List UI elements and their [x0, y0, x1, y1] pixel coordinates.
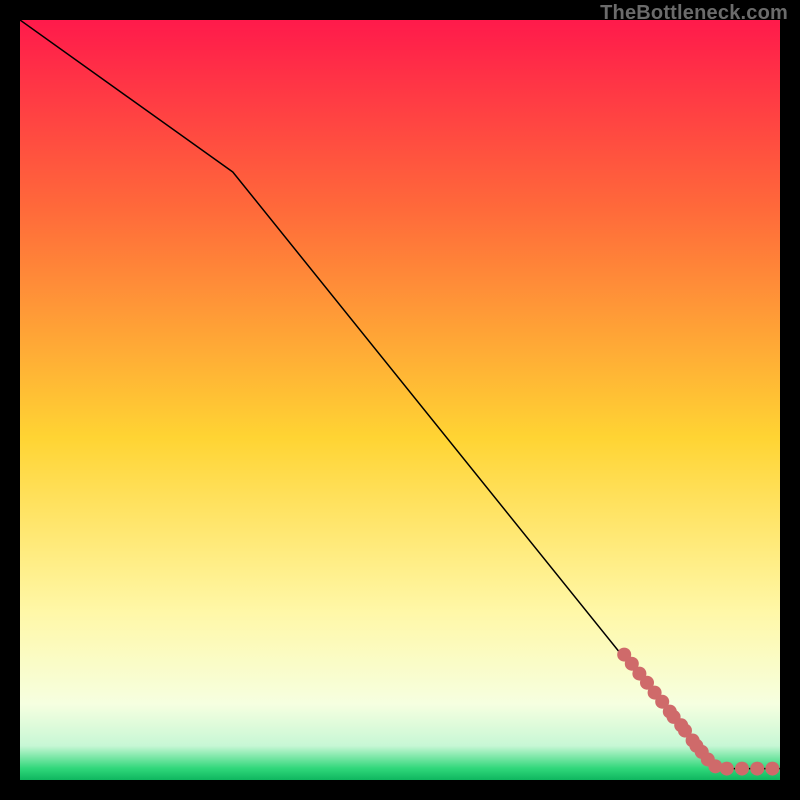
chart-background — [20, 20, 780, 780]
chart-plot — [20, 20, 780, 780]
chart-container: TheBottleneck.com — [0, 0, 800, 800]
